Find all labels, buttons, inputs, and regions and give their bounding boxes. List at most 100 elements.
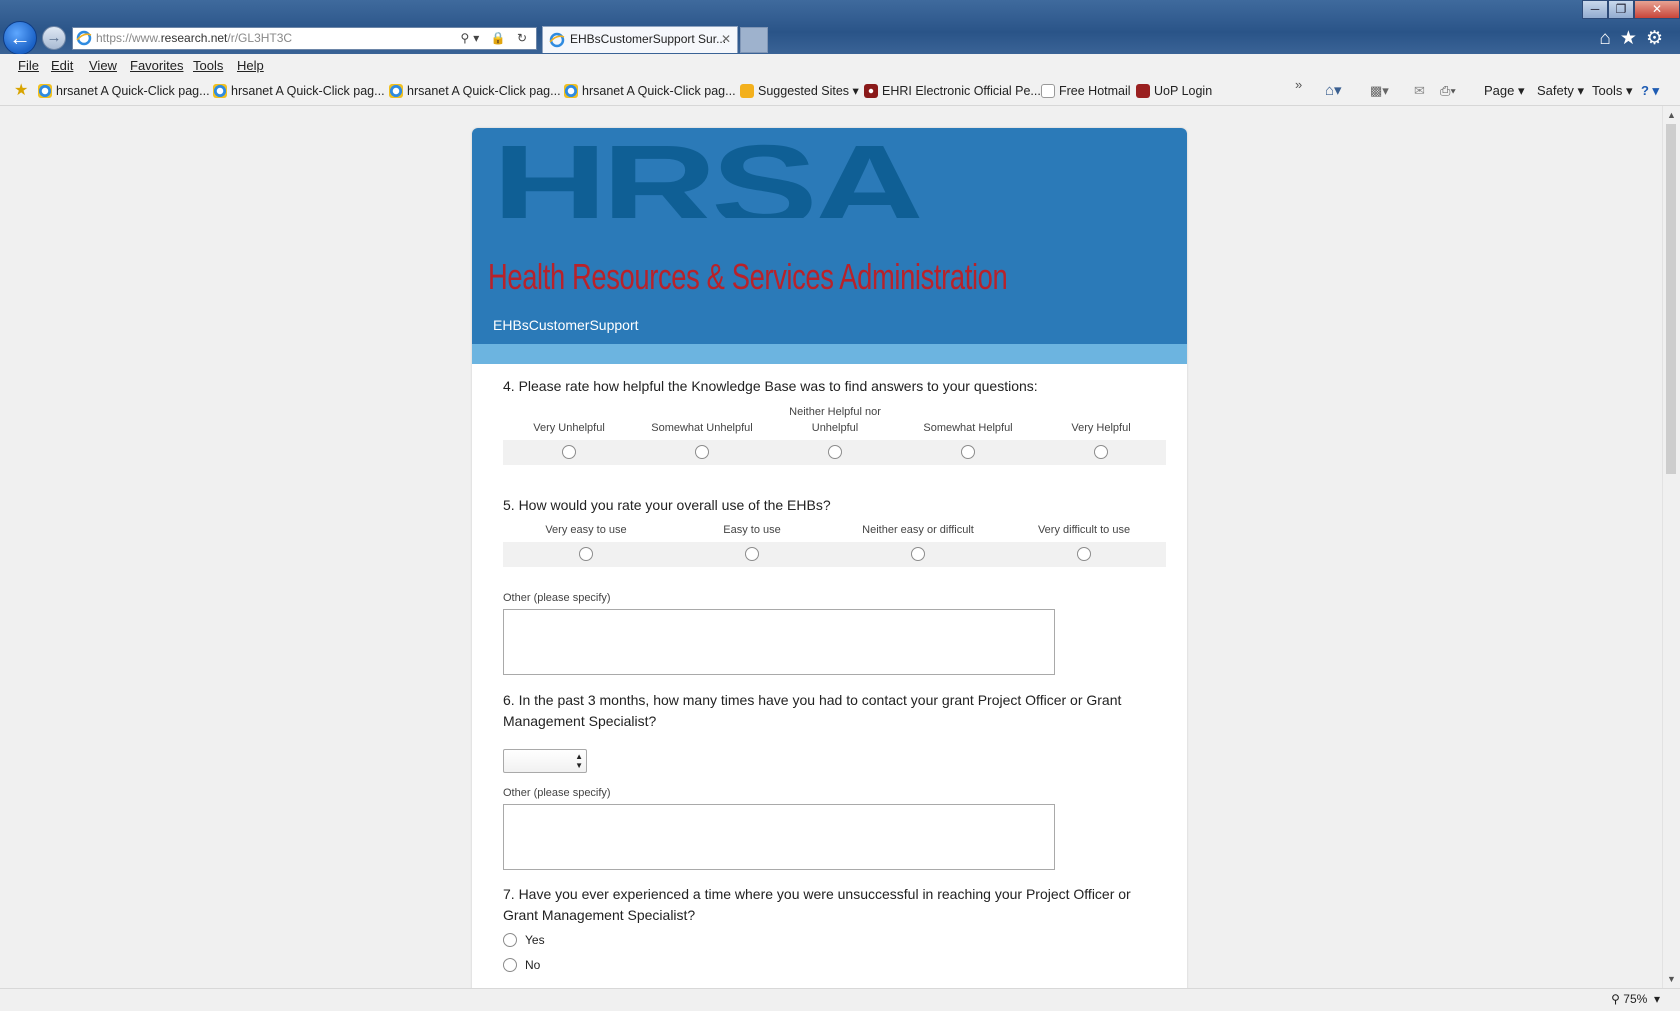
radio-somewhat-unhelpful[interactable] bbox=[695, 445, 709, 459]
header-stripe bbox=[472, 344, 1187, 364]
favorite-item[interactable]: hrsanet A Quick-Click pag... bbox=[213, 78, 385, 104]
radio-neither-easy[interactable] bbox=[911, 547, 925, 561]
favorites-star-icon[interactable]: ★ bbox=[14, 78, 28, 104]
radio-very-unhelpful[interactable] bbox=[562, 445, 576, 459]
ie-icon bbox=[389, 84, 403, 98]
forward-button[interactable]: → bbox=[42, 26, 66, 50]
restore-icon[interactable]: ❐ bbox=[1608, 0, 1634, 19]
favorite-item[interactable]: hrsanet A Quick-Click pag... bbox=[389, 78, 561, 104]
favorites-overflow-icon[interactable]: » bbox=[1295, 72, 1302, 98]
favorite-uop[interactable]: UoP Login bbox=[1136, 78, 1212, 104]
favorite-hotmail[interactable]: Free Hotmail bbox=[1041, 78, 1131, 104]
status-bar: ⚲ 75% ▾ bbox=[0, 988, 1680, 1011]
print-icon[interactable]: ⎙▾ bbox=[1440, 78, 1456, 104]
ie-icon bbox=[564, 84, 578, 98]
menu-bar: File Edit View Favorites Tools Help bbox=[0, 54, 1680, 78]
menu-help[interactable]: Help bbox=[237, 54, 264, 78]
mail-icon[interactable]: ✉ bbox=[1414, 78, 1425, 104]
page-icon bbox=[1041, 84, 1055, 98]
bing-icon bbox=[740, 84, 754, 98]
option-label: Neither Helpful nor Unhelpful bbox=[789, 406, 881, 434]
top-icons: ⌂★⚙ bbox=[1599, 27, 1672, 50]
question-4-scale: Very Unhelpful Somewhat Unhelpful Neithe… bbox=[503, 400, 1166, 465]
question-5-scale: Very easy to use Easy to use Neither eas… bbox=[503, 502, 1166, 567]
zoom-control[interactable]: ⚲ 75% ▾ bbox=[1611, 989, 1660, 1010]
favorite-item[interactable]: hrsanet A Quick-Click pag... bbox=[564, 78, 736, 104]
tab-active[interactable]: EHBsCustomerSupport Sur... ✕ bbox=[542, 26, 738, 53]
close-window-icon[interactable]: ✕ bbox=[1634, 0, 1680, 19]
ie-icon bbox=[76, 30, 92, 46]
radio-very-helpful[interactable] bbox=[1094, 445, 1108, 459]
home-command-icon[interactable]: ⌂▾ bbox=[1325, 78, 1342, 104]
ie-icon bbox=[549, 32, 565, 48]
q6-other-textarea[interactable] bbox=[503, 804, 1055, 870]
favorite-item[interactable]: hrsanet A Quick-Click pag... bbox=[38, 78, 210, 104]
feeds-icon[interactable]: ▩▾ bbox=[1370, 78, 1389, 104]
other-label: Other (please specify) bbox=[503, 787, 611, 799]
question-7-text: 7. Have you ever experienced a time wher… bbox=[503, 886, 1131, 923]
option-label: Neither easy or difficult bbox=[862, 524, 974, 536]
option-label: No bbox=[525, 958, 541, 972]
tab-title: EHBsCustomerSupport Sur... bbox=[570, 32, 727, 46]
ie-icon bbox=[213, 84, 227, 98]
survey-card: HRSA Health Resources & Services Adminis… bbox=[472, 128, 1187, 988]
survey-title: EHBsCustomerSupport bbox=[493, 317, 639, 333]
safety-menu[interactable]: Safety ▾ bbox=[1537, 78, 1584, 104]
question-4-text: 4. Please rate how helpful the Knowledge… bbox=[503, 378, 1038, 394]
new-tab-button[interactable] bbox=[740, 27, 768, 53]
question-6-text: 6. In the past 3 months, how many times … bbox=[503, 692, 1122, 729]
other-label: Other (please specify) bbox=[503, 592, 611, 604]
favorite-ehri[interactable]: EHRI Electronic Official Pe... bbox=[864, 78, 1041, 104]
tools-command-menu[interactable]: Tools ▾ bbox=[1592, 78, 1633, 104]
select-arrows-icon: ▲ ▼ bbox=[575, 752, 583, 770]
option-label: Somewhat Unhelpful bbox=[651, 422, 753, 434]
radio-somewhat-helpful[interactable] bbox=[961, 445, 975, 459]
scroll-up-icon[interactable]: ▲ bbox=[1667, 110, 1676, 120]
help-icon[interactable]: ? ▾ bbox=[1641, 78, 1659, 104]
radio-no[interactable] bbox=[503, 958, 517, 972]
ehri-icon bbox=[864, 84, 878, 98]
radio-easy[interactable] bbox=[745, 547, 759, 561]
hrsa-logo-subtitle: Health Resources & Services Administrati… bbox=[488, 256, 1008, 297]
option-label: Very easy to use bbox=[545, 524, 627, 536]
menu-edit[interactable]: Edit bbox=[51, 54, 73, 78]
radio-very-easy[interactable] bbox=[579, 547, 593, 561]
menu-file[interactable]: File bbox=[18, 54, 39, 78]
window-controls: ─ ❐ ✕ bbox=[1582, 0, 1680, 20]
url-text: https://www.research.net/r/GL3HT3C bbox=[96, 31, 293, 45]
q5-other-textarea[interactable] bbox=[503, 609, 1055, 675]
star-icon[interactable]: ★ bbox=[1620, 28, 1646, 49]
option-label: Easy to use bbox=[723, 524, 781, 536]
hrsa-logo: HRSA bbox=[492, 128, 927, 218]
zoom-icon: ⚲ bbox=[1611, 992, 1624, 1006]
option-label: Somewhat Helpful bbox=[923, 422, 1013, 434]
uop-icon bbox=[1136, 84, 1150, 98]
option-label: Yes bbox=[525, 933, 545, 947]
menu-favorites[interactable]: Favorites bbox=[130, 54, 183, 78]
menu-view[interactable]: View bbox=[89, 54, 117, 78]
radio-yes[interactable] bbox=[503, 933, 517, 947]
option-label: Very Helpful bbox=[1071, 422, 1131, 434]
address-bar[interactable]: https://www.research.net/r/GL3HT3C ⚲▾ 🔒 … bbox=[72, 27, 537, 50]
q6-count-select[interactable]: ▲ ▼ bbox=[503, 749, 587, 773]
close-icon[interactable]: ✕ bbox=[721, 27, 731, 52]
radio-neither-helpful[interactable] bbox=[828, 445, 842, 459]
scroll-down-icon[interactable]: ▼ bbox=[1667, 974, 1676, 984]
page-menu[interactable]: Page ▾ bbox=[1484, 78, 1525, 104]
option-label: Very difficult to use bbox=[1037, 524, 1131, 536]
gear-icon[interactable]: ⚙ bbox=[1646, 28, 1672, 49]
ie-icon bbox=[38, 84, 52, 98]
favorite-suggested-sites[interactable]: Suggested Sites ▾ bbox=[740, 78, 859, 104]
title-bar: ← → https://www.research.net/r/GL3HT3C ⚲… bbox=[0, 0, 1680, 55]
scroll-thumb[interactable] bbox=[1666, 124, 1676, 474]
home-icon[interactable]: ⌂ bbox=[1599, 28, 1619, 49]
radio-very-difficult[interactable] bbox=[1077, 547, 1091, 561]
back-button[interactable]: ← bbox=[3, 21, 37, 55]
survey-header: HRSA Health Resources & Services Adminis… bbox=[472, 128, 1187, 344]
address-actions[interactable]: ⚲▾ 🔒 ↻ bbox=[461, 28, 531, 49]
option-label: Very Unhelpful bbox=[533, 422, 605, 434]
minimize-icon[interactable]: ─ bbox=[1582, 0, 1608, 19]
vertical-scrollbar[interactable]: ▲ ▼ bbox=[1662, 106, 1680, 988]
favorites-bar: ★ hrsanet A Quick-Click pag... hrsanet A… bbox=[0, 77, 1680, 106]
menu-tools[interactable]: Tools bbox=[193, 54, 223, 78]
